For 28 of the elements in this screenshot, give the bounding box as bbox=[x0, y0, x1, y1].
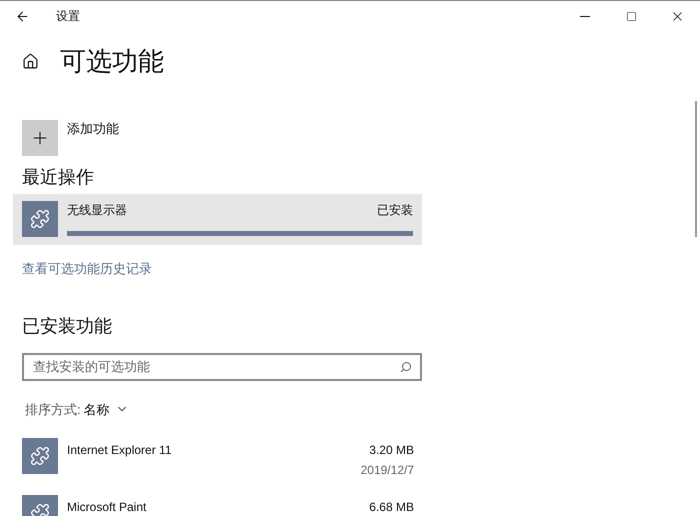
sort-label: 排序方式: bbox=[25, 400, 81, 418]
install-status: 已安装 bbox=[377, 202, 413, 219]
add-feature-button[interactable]: 添加功能 bbox=[22, 120, 119, 156]
section-heading: 最近操作 bbox=[22, 166, 95, 189]
home-icon[interactable] bbox=[22, 52, 39, 70]
puzzle-icon bbox=[30, 446, 50, 466]
installed-item[interactable]: Internet Explorer 11 3.20 MB 2019/12/7 bbox=[22, 438, 414, 478]
page-title: 可选功能 bbox=[60, 44, 164, 78]
search-icon bbox=[400, 360, 412, 372]
sort-dropdown[interactable]: 排序方式: 名称 bbox=[25, 400, 129, 419]
puzzle-icon bbox=[30, 209, 50, 229]
feature-size: 3.20 MB bbox=[369, 442, 414, 458]
feature-name: Internet Explorer 11 bbox=[67, 442, 172, 458]
sort-value: 名称 bbox=[84, 400, 110, 418]
maximize-icon bbox=[626, 10, 636, 22]
back-icon bbox=[14, 8, 30, 24]
install-date: 2019/12/7 bbox=[360, 462, 414, 478]
feature-name: 无线显示器 bbox=[67, 202, 127, 219]
search-field[interactable]: 查找安装的可选功能 bbox=[22, 352, 422, 380]
section-heading: 已安装功能 bbox=[22, 314, 113, 338]
installed-item[interactable]: Microsoft Paint 6.68 MB bbox=[22, 495, 414, 516]
add-feature-label: 添加功能 bbox=[67, 120, 119, 138]
window-title: 设置 bbox=[56, 8, 80, 25]
feature-name: Microsoft Paint bbox=[67, 499, 146, 515]
scrollbar-thumb[interactable] bbox=[695, 101, 697, 237]
feature-size: 6.68 MB bbox=[369, 499, 414, 515]
recent-item[interactable]: 无线显示器 已安装 bbox=[13, 194, 422, 245]
history-link[interactable]: 查看可选功能历史记录 bbox=[22, 259, 422, 278]
